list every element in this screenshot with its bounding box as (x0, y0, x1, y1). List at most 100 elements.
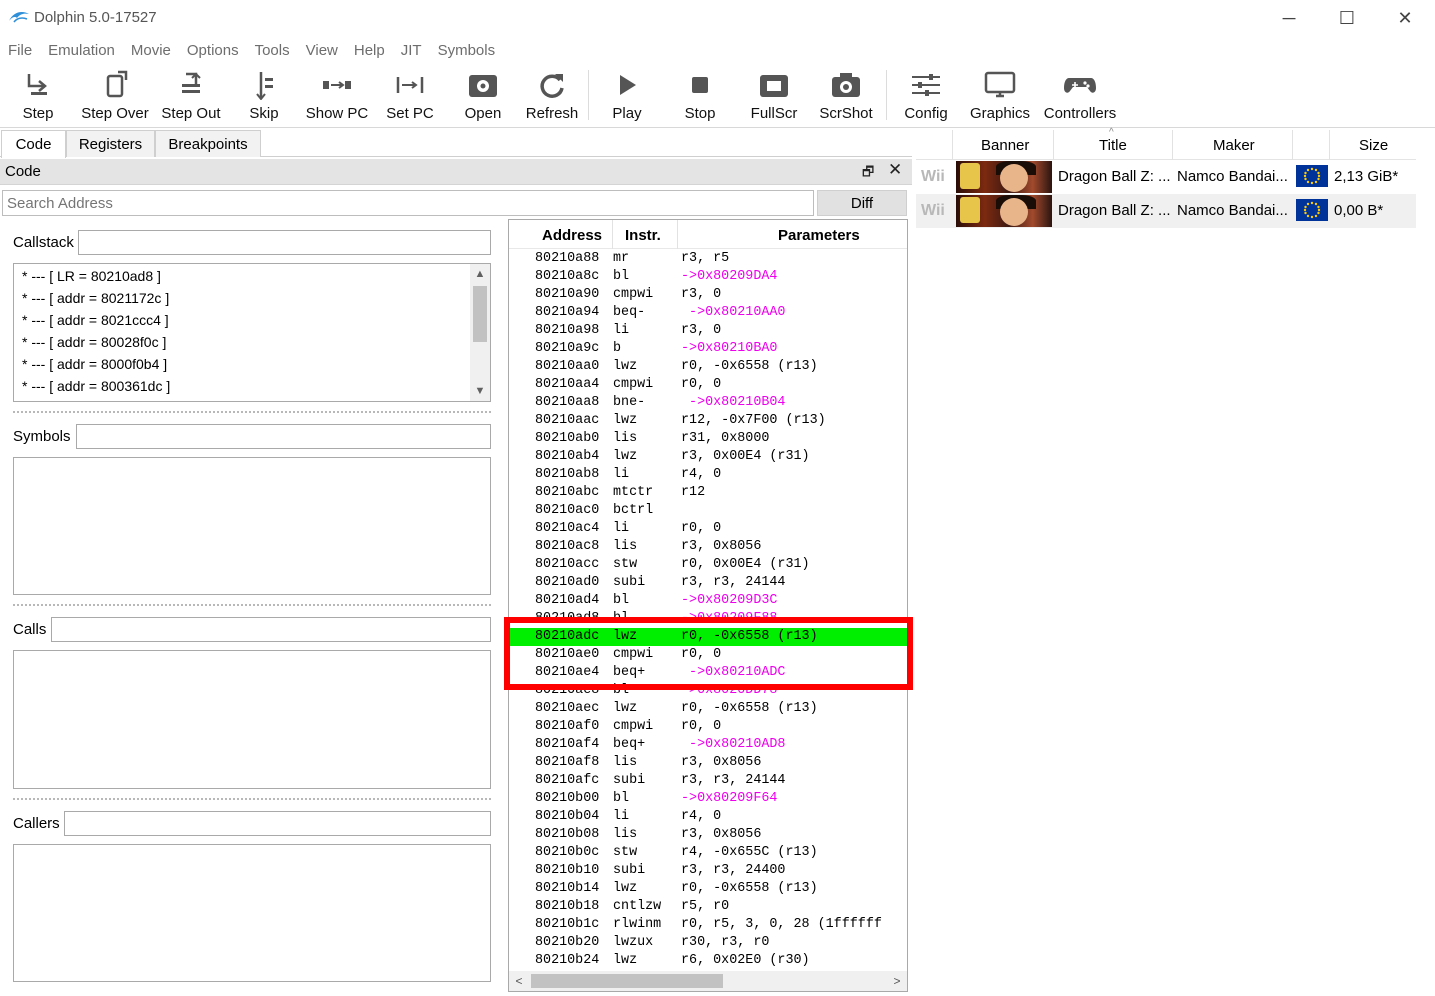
refresh-button[interactable]: Refresh (522, 64, 582, 126)
column-maker[interactable]: Maker (1213, 137, 1255, 154)
menu-file[interactable]: File (0, 38, 40, 64)
list-item[interactable]: * --- [ addr = 8000f0b4 ] (22, 356, 167, 372)
play-button[interactable]: Play (603, 64, 651, 126)
tab-breakpoints[interactable]: Breakpoints (155, 130, 261, 157)
maximize-button[interactable]: ☐ (1318, 0, 1376, 36)
code-row[interactable]: 80210af0 cmpwi r0, 0 (509, 718, 907, 736)
tab-registers[interactable]: Registers (66, 130, 155, 157)
callstack-filter-input[interactable] (78, 230, 491, 255)
close-button[interactable]: ✕ (1376, 0, 1434, 36)
code-row[interactable]: 80210b24 lwz r6, 0x02E0 (r30) (509, 952, 907, 970)
code-hscrollbar[interactable]: < > (509, 971, 907, 991)
callers-list[interactable] (13, 844, 491, 982)
code-row[interactable]: 80210aa8 bne- ->0x80210B04 (509, 394, 907, 412)
controllers-button[interactable]: Controllers (1042, 64, 1118, 126)
column-instr[interactable]: Instr. (625, 227, 661, 244)
code-row[interactable]: 80210ac0 bctrl (509, 502, 907, 520)
close-dock-icon[interactable]: ✕ (888, 160, 902, 180)
splitter[interactable] (13, 798, 491, 800)
code-row[interactable]: 80210b0c stw r4, -0x655C (r13) (509, 844, 907, 862)
scroll-thumb[interactable] (531, 974, 723, 988)
chevron-down-icon[interactable]: ▼ (470, 381, 490, 401)
column-size[interactable]: Size (1359, 137, 1388, 154)
code-row[interactable]: 80210a88 mr r3, r5 (509, 250, 907, 268)
code-row[interactable]: 80210a98 li r3, 0 (509, 322, 907, 340)
code-view[interactable]: Address Instr. Parameters 80210a88 mr r3, … (508, 219, 908, 992)
chevron-up-icon[interactable]: ▲ (470, 264, 490, 284)
set-pc-button[interactable]: Set PC (382, 64, 438, 126)
column-banner[interactable]: Banner (981, 137, 1029, 154)
code-row[interactable]: 80210a9c b ->0x80210BA0 (509, 340, 907, 358)
chevron-right-icon[interactable]: > (887, 971, 907, 991)
code-row[interactable]: 80210a8c bl ->0x80209DA4 (509, 268, 907, 286)
symbols-list[interactable] (13, 457, 491, 595)
show-pc-button[interactable]: Show PC (302, 64, 372, 126)
callstack-list[interactable]: * --- [ LR = 80210ad8 ] * --- [ addr = 8… (13, 263, 491, 402)
symbols-filter-input[interactable] (76, 424, 491, 449)
graphics-button[interactable]: Graphics (966, 64, 1034, 126)
column-title[interactable]: Title (1099, 137, 1127, 154)
step-over-button[interactable]: Step Over (76, 64, 154, 126)
skip-button[interactable]: Skip (238, 64, 290, 126)
fullscreen-button[interactable]: FullScr (746, 64, 802, 126)
code-row[interactable]: 80210b14 lwz r0, -0x6558 (r13) (509, 880, 907, 898)
game-row[interactable]: Wii Dragon Ball Z: ... Namco Bandai... 2… (916, 160, 1416, 194)
float-window-icon[interactable]: 🗗 (862, 163, 874, 185)
code-row[interactable]: 80210ab4 lwz r3, 0x00E4 (r31) (509, 448, 907, 466)
menu-movie[interactable]: Movie (123, 38, 179, 64)
code-row[interactable]: 80210afc subi r3, r3, 24144 (509, 772, 907, 790)
list-item[interactable]: * --- [ addr = 8021ccc4 ] (22, 312, 169, 328)
minimize-button[interactable]: ─ (1260, 0, 1318, 36)
tab-code[interactable]: Code (1, 130, 66, 158)
diff-button[interactable]: Diff (817, 190, 907, 216)
code-row[interactable]: 80210b20 lwzux r30, r3, r0 (509, 934, 907, 952)
game-row[interactable]: Wii Dragon Ball Z: ... Namco Bandai... 0… (916, 194, 1416, 228)
code-row[interactable]: 80210ad0 subi r3, r3, 24144 (509, 574, 907, 592)
code-row[interactable]: 80210b04 li r4, 0 (509, 808, 907, 826)
code-row[interactable]: 80210a94 beq- ->0x80210AA0 (509, 304, 907, 322)
code-row[interactable]: 80210b18 cntlzw r5, r0 (509, 898, 907, 916)
step-button[interactable]: Step (8, 64, 68, 126)
code-row[interactable]: 80210af8 lis r3, 0x8056 (509, 754, 907, 772)
menu-tools[interactable]: Tools (247, 38, 298, 64)
calls-list[interactable] (13, 650, 491, 789)
code-row[interactable]: 80210aa0 lwz r0, -0x6558 (r13) (509, 358, 907, 376)
step-out-button[interactable]: Step Out (158, 64, 224, 126)
menu-options[interactable]: Options (179, 38, 247, 64)
scroll-thumb[interactable] (473, 286, 487, 342)
splitter[interactable] (13, 411, 491, 413)
code-row[interactable]: 80210aac lwz r12, -0x7F00 (r13) (509, 412, 907, 430)
menu-help[interactable]: Help (346, 38, 393, 64)
menu-emulation[interactable]: Emulation (40, 38, 123, 64)
code-row[interactable]: 80210b08 lis r3, 0x8056 (509, 826, 907, 844)
callstack-scrollbar[interactable]: ▲ ▼ (470, 264, 490, 401)
open-button[interactable]: Open (458, 64, 508, 126)
search-address-input[interactable] (2, 190, 814, 216)
code-row[interactable]: 80210b00 bl ->0x80209F64 (509, 790, 907, 808)
code-row[interactable]: 80210b10 subi r3, r3, 24400 (509, 862, 907, 880)
code-row[interactable]: 80210a90 cmpwi r3, 0 (509, 286, 907, 304)
menu-view[interactable]: View (298, 38, 346, 64)
code-row[interactable]: 80210abc mtctr r12 (509, 484, 907, 502)
menu-symbols[interactable]: Symbols (430, 38, 504, 64)
stop-button[interactable]: Stop (676, 64, 724, 126)
column-parameters[interactable]: Parameters (778, 227, 860, 244)
screenshot-button[interactable]: ScrShot (816, 64, 876, 126)
callers-filter-input[interactable] (64, 811, 491, 836)
list-item[interactable]: * --- [ addr = 8021172c ] (22, 290, 169, 306)
code-row[interactable]: 80210af4 beq+ ->0x80210AD8 (509, 736, 907, 754)
code-row[interactable]: 80210ac4 li r0, 0 (509, 520, 907, 538)
list-item[interactable]: * --- [ addr = 800361dc ] (22, 378, 170, 394)
menu-jit[interactable]: JIT (393, 38, 430, 64)
column-address[interactable]: Address (542, 227, 602, 244)
code-row[interactable]: 80210aec lwz r0, -0x6558 (r13) (509, 700, 907, 718)
code-row[interactable]: 80210ab8 li r4, 0 (509, 466, 907, 484)
code-row[interactable]: 80210ad4 bl ->0x80209D3C (509, 592, 907, 610)
chevron-left-icon[interactable]: < (509, 971, 529, 991)
calls-filter-input[interactable] (51, 617, 491, 642)
splitter[interactable] (13, 604, 491, 606)
code-row[interactable]: 80210aa4 cmpwi r0, 0 (509, 376, 907, 394)
code-row[interactable]: 80210ab0 lis r31, 0x8000 (509, 430, 907, 448)
list-item[interactable]: * --- [ LR = 80210ad8 ] (22, 268, 161, 284)
code-row[interactable]: 80210b1c rlwinm r0, r5, 3, 0, 28 (1ffffff (509, 916, 907, 934)
